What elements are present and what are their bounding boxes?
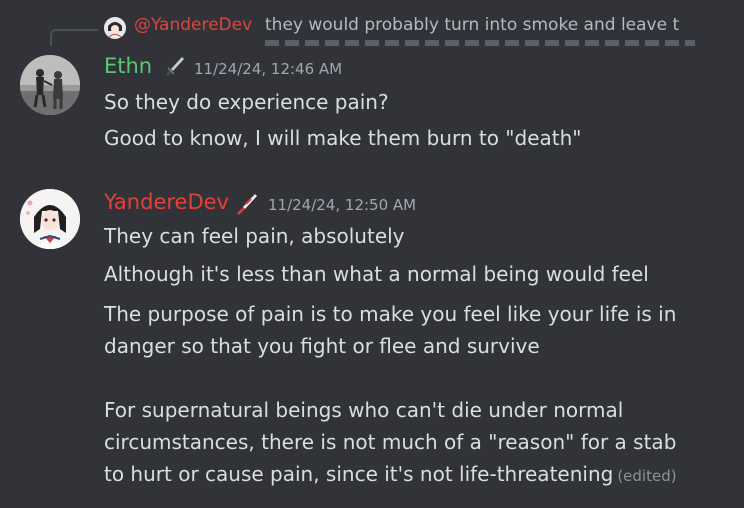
- chat-view: @YandereDev they would probably turn int…: [0, 0, 744, 508]
- reply-text-overflow: [265, 40, 695, 46]
- reply-preview-text[interactable]: they would probably turn into smoke and …: [265, 15, 695, 35]
- message-text-last-line: to hurt or cause pain, since it's not li…: [104, 460, 677, 490]
- author-name-ethn[interactable]: Ethn: [104, 54, 152, 78]
- message-text: So they do experience pain?: [104, 90, 389, 114]
- avatar-yanderedev[interactable]: [20, 189, 80, 249]
- message-text: Good to know, I will make them burn to "…: [104, 126, 582, 150]
- reply-avatar[interactable]: [104, 17, 126, 39]
- message-text: The purpose of pain is to make you feel …: [104, 302, 677, 326]
- reply-author-mention[interactable]: @YandereDev: [134, 15, 252, 35]
- edited-label: (edited): [617, 467, 677, 485]
- message-text: Although it's less than what a normal be…: [104, 262, 649, 286]
- reply-connector-line: [50, 29, 98, 46]
- knife-role-icon: [237, 194, 257, 215]
- knife-role-icon: [166, 57, 184, 76]
- avatar-ethn[interactable]: [20, 55, 80, 115]
- message-text: to hurt or cause pain, since it's not li…: [104, 462, 614, 486]
- author-name-yanderedev[interactable]: YandereDev: [104, 190, 229, 214]
- message-timestamp[interactable]: 11/24/24, 12:46 AM: [194, 60, 342, 78]
- message-text: They can feel pain, absolutely: [104, 224, 405, 248]
- message-timestamp[interactable]: 11/24/24, 12:50 AM: [268, 196, 416, 214]
- message-text: For supernatural beings who can't die un…: [104, 398, 624, 422]
- message-text: circumstances, there is not much of a "r…: [104, 430, 677, 454]
- message-text: danger so that you fight or flee and sur…: [104, 334, 540, 358]
